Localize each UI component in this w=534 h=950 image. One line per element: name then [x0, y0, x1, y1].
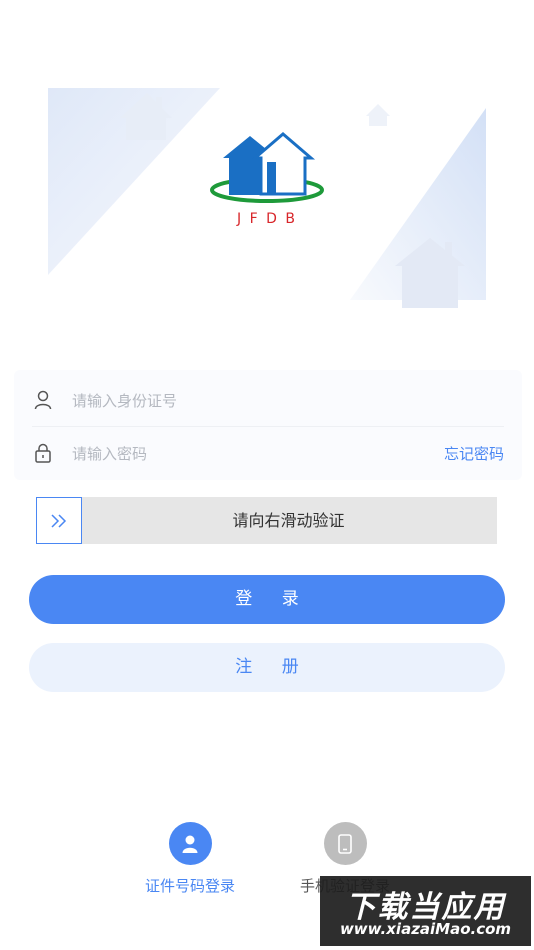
- forgot-password-link[interactable]: 忘记密码: [444, 443, 504, 464]
- lock-icon: [32, 442, 54, 464]
- phone-login-circle[interactable]: [323, 822, 367, 865]
- brand-logo: J F D B: [205, 128, 330, 233]
- slider-handle[interactable]: [36, 497, 82, 544]
- id-login-circle[interactable]: [168, 822, 212, 865]
- id-number-input[interactable]: 请输入身份证号: [72, 390, 504, 411]
- login-button[interactable]: 登 录: [29, 575, 505, 624]
- id-login-label: 证件号码登录: [144, 877, 235, 895]
- id-login-option[interactable]: 证件号码登录: [130, 822, 250, 896]
- phone-icon: [338, 833, 352, 854]
- logo-houses-icon: J F D B: [210, 132, 324, 227]
- register-button[interactable]: 注 册: [29, 643, 505, 692]
- hero-banner: J F D B: [0, 0, 534, 360]
- double-chevron-right-icon: [51, 513, 67, 528]
- id-number-field[interactable]: 请输入身份证号: [32, 374, 504, 427]
- person-icon: [182, 835, 198, 853]
- small-house-decor-icon: [366, 104, 390, 126]
- slider-label: 请向右滑动验证: [232, 511, 345, 530]
- login-form: 请输入身份证号 请输入密码 忘记密码: [14, 370, 522, 480]
- user-icon: [32, 389, 54, 411]
- watermark-url: www.xiazaiMao.com: [339, 920, 512, 938]
- watermark: 下载当应用 www.xiazaiMao.com: [320, 876, 531, 946]
- password-input[interactable]: 请输入密码: [72, 443, 444, 464]
- logo-letters: J F D B: [236, 211, 297, 227]
- password-field[interactable]: 请输入密码 忘记密码: [32, 427, 504, 479]
- slide-verify-bar[interactable]: 请向右滑动验证: [36, 497, 497, 544]
